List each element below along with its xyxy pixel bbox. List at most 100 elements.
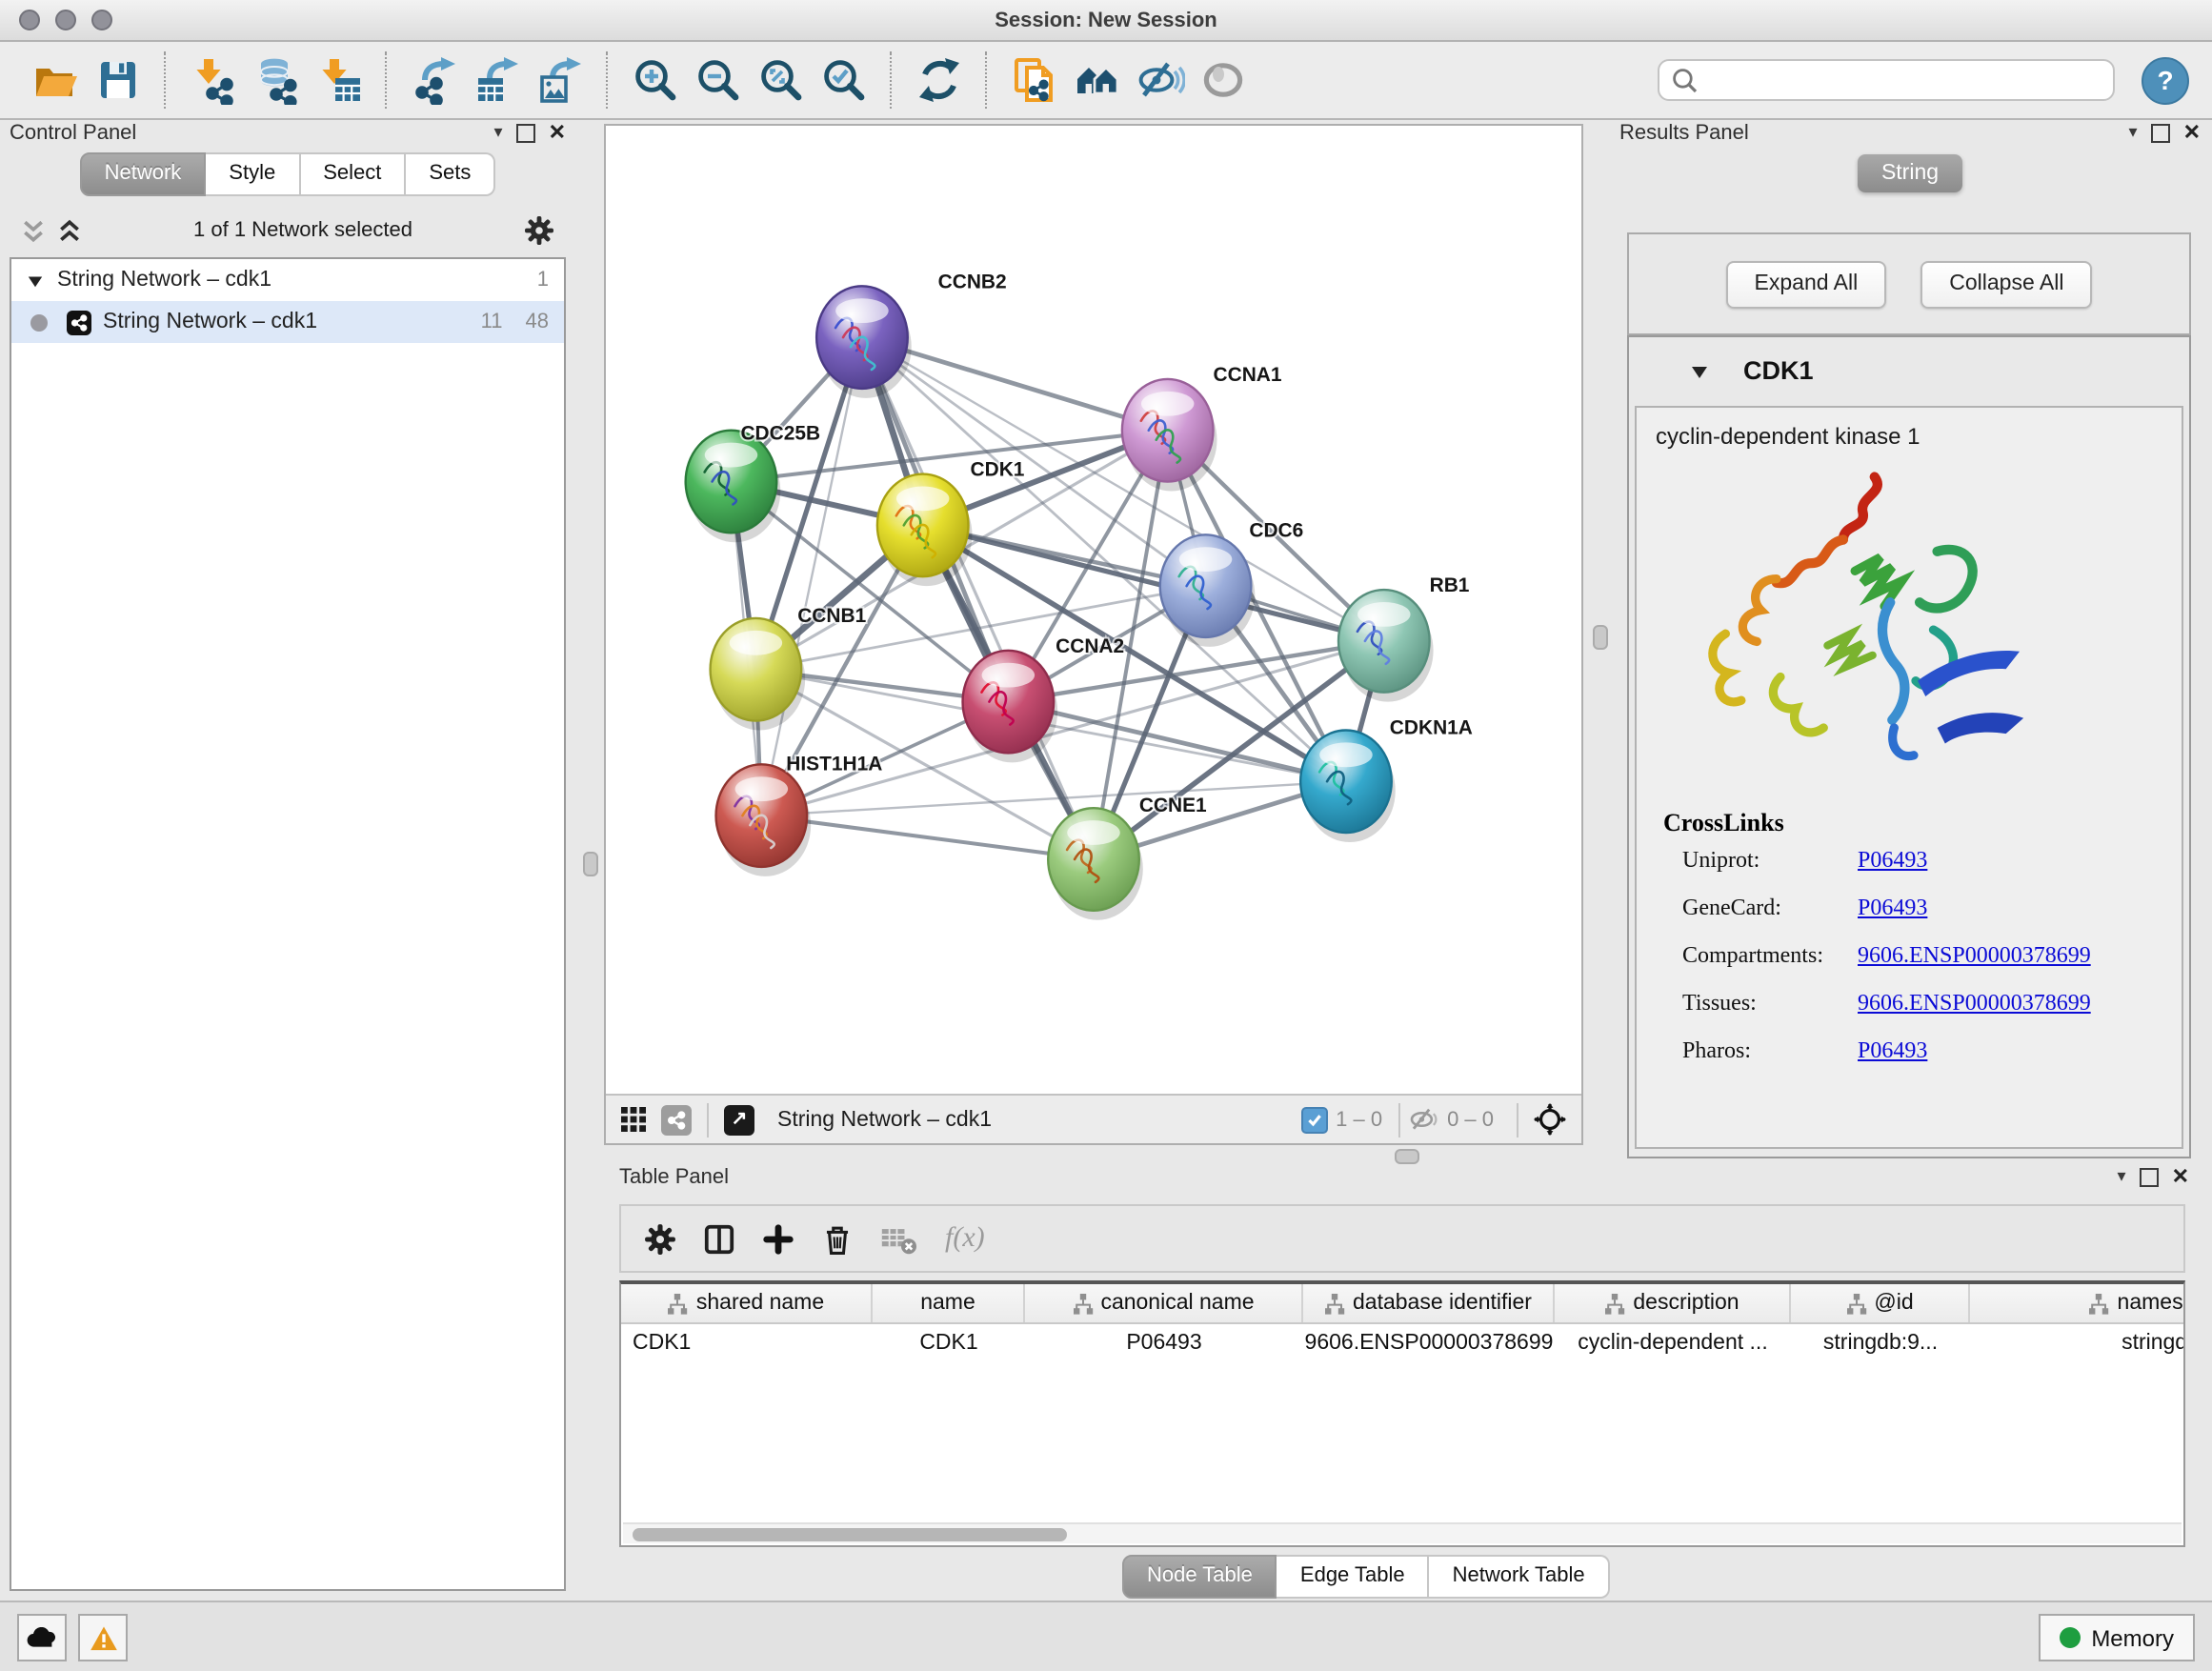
open-session-icon[interactable]: [29, 54, 80, 106]
first-neighbors-icon[interactable]: [1071, 54, 1122, 106]
crosslink-value-link[interactable]: 9606.ENSP00000378699: [1858, 989, 2091, 1017]
crosslink-value-link[interactable]: 9606.ENSP00000378699: [1858, 941, 2091, 970]
network-node-CDC6[interactable]: CDC6: [1160, 519, 1304, 647]
delete-column-icon[interactable]: [821, 1222, 854, 1255]
network-collection-row[interactable]: String Network – cdk1 1: [11, 259, 564, 301]
control-panel-float-icon[interactable]: [516, 123, 535, 142]
table-options-gear-icon[interactable]: [644, 1222, 676, 1255]
import-network-from-database-icon[interactable]: [250, 54, 301, 106]
network-node-RB1[interactable]: RB1: [1338, 574, 1470, 702]
table-cell[interactable]: stringdb:9...: [1791, 1324, 1970, 1362]
create-column-icon[interactable]: [762, 1222, 794, 1255]
save-session-icon[interactable]: [91, 54, 143, 106]
network-options-gear-icon[interactable]: [524, 215, 554, 246]
table-cell[interactable]: P06493: [1025, 1324, 1303, 1362]
network-node-HIST1H1A[interactable]: HIST1H1A: [716, 753, 883, 876]
network-node-CDK1[interactable]: CDK1: [877, 459, 1025, 587]
table-tab-network-table[interactable]: Network Table: [1430, 1555, 1610, 1599]
network-canvas[interactable]: CCNB2CCNA1CDC25BCDK1CDC6RB1CCNB1CCNA2CDK…: [606, 126, 1581, 1094]
table-horizontal-scrollbar[interactable]: [623, 1522, 2182, 1543]
zoom-selected-icon[interactable]: [817, 54, 869, 106]
table-cell[interactable]: stringdb: [1970, 1324, 2185, 1362]
search-input[interactable]: [1699, 67, 2113, 93]
column-header-database-identifier[interactable]: database identifier: [1303, 1284, 1555, 1322]
hide-selected-icon[interactable]: [1134, 54, 1185, 106]
expand-all-icon[interactable]: [57, 218, 82, 243]
table-tab-edge-table[interactable]: Edge Table: [1277, 1555, 1430, 1599]
warnings-button[interactable]: [78, 1614, 128, 1661]
column-header-name[interactable]: name: [873, 1284, 1025, 1322]
selected-nodes-checkbox[interactable]: [1301, 1106, 1328, 1133]
left-splitter-handle[interactable]: [583, 852, 598, 876]
crosslink-value-link[interactable]: P06493: [1858, 846, 1927, 875]
results-panel-float-icon[interactable]: [2151, 123, 2170, 142]
table-cell[interactable]: 9606.ENSP00000378699: [1303, 1324, 1555, 1362]
table-cell[interactable]: cyclin-dependent ...: [1555, 1324, 1791, 1362]
network-share-icon[interactable]: [661, 1104, 692, 1135]
tab-string[interactable]: String: [1859, 154, 1961, 192]
clone-network-icon[interactable]: [1008, 54, 1059, 106]
show-hidden-icon[interactable]: [1196, 54, 1248, 106]
results-panel-collapse-icon[interactable]: ▾: [2129, 122, 2138, 143]
column-header-shared-name[interactable]: shared name: [621, 1284, 873, 1322]
birds-eye-toggle-icon[interactable]: [1534, 1103, 1566, 1136]
crosslink-label: Compartments:: [1682, 941, 1858, 970]
network-edge[interactable]: [923, 525, 1384, 641]
export-image-icon[interactable]: [533, 54, 585, 106]
gene-expand-icon[interactable]: [1690, 361, 1709, 380]
network-row-selected[interactable]: String Network – cdk1 11 48: [11, 301, 564, 343]
import-table-icon[interactable]: [312, 54, 364, 106]
cloud-button[interactable]: [17, 1614, 67, 1661]
search-field[interactable]: [1658, 59, 2115, 101]
node-label: RB1: [1430, 574, 1470, 596]
collection-expand-icon[interactable]: [27, 272, 44, 289]
grid-view-icon[interactable]: [621, 1107, 646, 1132]
crosslink-value-link[interactable]: P06493: [1858, 894, 1927, 922]
collapse-all-icon[interactable]: [21, 218, 46, 243]
network-edge[interactable]: [761, 815, 1094, 859]
network-node-CDKN1A[interactable]: CDKN1A: [1300, 716, 1473, 842]
detach-view-icon[interactable]: ↗: [724, 1104, 754, 1135]
zoom-in-icon[interactable]: [629, 54, 680, 106]
expand-all-button[interactable]: Expand All: [1726, 260, 1887, 308]
zoom-fit-icon[interactable]: [754, 54, 806, 106]
refresh-icon[interactable]: [913, 54, 964, 106]
import-network-icon[interactable]: [187, 54, 238, 106]
zoom-out-icon[interactable]: [692, 54, 743, 106]
tab-network[interactable]: Network: [80, 152, 207, 196]
show-columns-icon[interactable]: [703, 1222, 735, 1255]
export-table-icon[interactable]: [471, 54, 522, 106]
network-edge[interactable]: [862, 337, 1094, 859]
network-node-CCNA1[interactable]: CCNA1: [1122, 364, 1282, 492]
right-splitter-handle[interactable]: [1593, 625, 1608, 650]
crosslink-value-link[interactable]: P06493: [1858, 1037, 1927, 1065]
table-panel-collapse-icon[interactable]: ▾: [2118, 1166, 2126, 1187]
tab-select[interactable]: Select: [300, 152, 406, 196]
network-node-CCNE1[interactable]: CCNE1: [1048, 795, 1207, 920]
tab-sets[interactable]: Sets: [406, 152, 495, 196]
table-panel-close-icon[interactable]: ✕: [2172, 1164, 2189, 1189]
column-header-namespace[interactable]: namespace: [1970, 1284, 2185, 1322]
table-cell[interactable]: CDK1: [621, 1324, 873, 1362]
collapse-all-button[interactable]: Collapse All: [1920, 260, 2092, 308]
export-network-icon[interactable]: [408, 54, 459, 106]
table-row[interactable]: CDK1CDK1P064939606.ENSP00000378699cyclin…: [621, 1324, 2183, 1362]
help-icon[interactable]: ?: [2142, 56, 2189, 104]
control-panel-close-icon[interactable]: ✕: [549, 120, 566, 145]
network-view[interactable]: CCNB2CCNA1CDC25BCDK1CDC6RB1CCNB1CCNA2CDK…: [604, 124, 1583, 1145]
column-header-canonical-name[interactable]: canonical name: [1025, 1284, 1303, 1322]
table-panel-float-icon[interactable]: [2140, 1167, 2159, 1186]
network-edge[interactable]: [761, 337, 862, 815]
network-node-CCNB2[interactable]: CCNB2: [816, 271, 1007, 398]
results-panel-close-icon[interactable]: ✕: [2183, 120, 2201, 145]
scrollbar-thumb[interactable]: [633, 1527, 1067, 1540]
column-header--id[interactable]: @id: [1791, 1284, 1970, 1322]
control-panel-collapse-icon[interactable]: ▾: [494, 122, 503, 143]
column-header-description[interactable]: description: [1555, 1284, 1791, 1322]
table-tab-node-table[interactable]: Node Table: [1122, 1555, 1277, 1599]
node-table[interactable]: shared namenamecanonical namedatabase id…: [619, 1280, 2185, 1547]
table-cell[interactable]: CDK1: [873, 1324, 1025, 1362]
bottom-splitter-handle[interactable]: [1395, 1149, 1419, 1164]
tab-style[interactable]: Style: [206, 152, 300, 196]
memory-button[interactable]: Memory: [2038, 1614, 2195, 1661]
